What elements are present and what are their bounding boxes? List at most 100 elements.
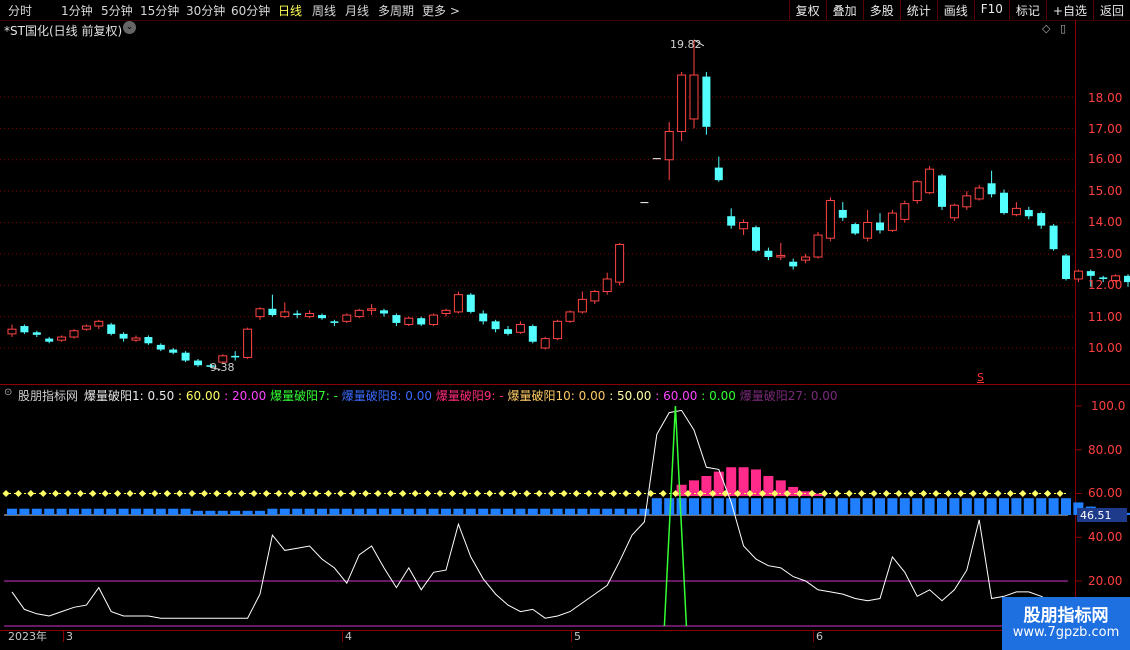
yellow-diamond <box>287 489 295 498</box>
ind-tick-80: 80.00 <box>1088 443 1123 457</box>
legend-item-10: : 0.00 <box>701 389 736 403</box>
blue-bar <box>999 498 1009 515</box>
candle-body <box>280 311 290 318</box>
panel-toggle-icon[interactable]: ▯ <box>1060 22 1066 35</box>
candle-body <box>1073 270 1083 280</box>
blue-bar <box>391 508 402 515</box>
diamond-icon[interactable]: ◇ <box>1042 22 1050 35</box>
candle-body <box>764 250 773 258</box>
candle-body <box>441 309 451 314</box>
candle-body <box>7 328 17 335</box>
yellow-diamond <box>374 489 382 498</box>
candle-body <box>119 333 128 339</box>
blue-bar <box>143 508 154 515</box>
candle-body <box>652 158 661 160</box>
candle-body <box>32 332 41 335</box>
ind-tick-60: 60.00 <box>1088 486 1123 500</box>
price-tick-13: 13.00 <box>1088 247 1123 261</box>
blue-bar <box>81 508 92 515</box>
blue-bar <box>441 508 451 515</box>
blue-bar <box>93 508 104 515</box>
candle-body <box>453 294 463 313</box>
candle-body <box>577 298 587 313</box>
candle-body <box>243 328 253 358</box>
pink-bar <box>788 486 799 496</box>
yellow-diamond <box>126 489 134 498</box>
yellow-diamond <box>151 489 159 498</box>
blue-bar <box>490 508 501 515</box>
yellow-diamond <box>944 489 952 498</box>
candle-body <box>1011 207 1021 216</box>
candle-body <box>293 313 302 316</box>
blue-bar <box>937 498 947 515</box>
blue-bar <box>416 508 427 515</box>
yellow-diamond <box>101 489 109 498</box>
chevron-down-icon[interactable]: ⌄ <box>123 21 136 34</box>
low-price-label: 9.38 <box>210 361 235 374</box>
yellow-diamond <box>510 489 518 498</box>
candle-body <box>144 337 153 344</box>
candle-body <box>789 261 798 267</box>
candle-body <box>714 167 723 181</box>
candle-body <box>231 355 240 358</box>
blue-bar <box>899 498 910 515</box>
candle-body <box>938 175 946 207</box>
blue-bar <box>651 498 662 515</box>
yellow-diamond <box>52 489 60 498</box>
blue-bar <box>689 498 699 515</box>
yellow-diamond <box>560 489 568 498</box>
candle-body <box>181 352 190 361</box>
candle-body <box>1037 213 1046 226</box>
yellow-diamond <box>200 489 208 498</box>
yellow-diamond <box>461 489 469 498</box>
candle-body <box>342 314 352 322</box>
candle-body <box>1086 271 1095 276</box>
yellow-diamond <box>920 489 928 498</box>
candle-body <box>268 308 277 316</box>
candle-body <box>727 216 736 226</box>
yellow-diamond <box>114 489 122 498</box>
indicator-chevron-icon[interactable]: ⊙ <box>4 387 12 398</box>
blue-bar <box>168 508 179 515</box>
candle-body <box>20 326 29 333</box>
blue-bar <box>565 508 575 515</box>
yellow-diamond <box>250 489 258 498</box>
yellow-diamond <box>2 489 10 498</box>
yellow-diamond <box>138 489 146 498</box>
blue-bar <box>379 508 389 515</box>
candle-body <box>429 314 439 325</box>
blue-bar <box>1048 498 1059 515</box>
yellow-diamond <box>89 489 97 498</box>
yellow-diamond <box>610 489 618 498</box>
blue-bar <box>701 498 712 515</box>
candlestick-series <box>7 39 1130 370</box>
candle-body <box>1062 255 1070 279</box>
yellow-diamond <box>1006 489 1014 498</box>
candle-body <box>367 308 377 311</box>
blue-bar <box>354 508 365 515</box>
blue-bar <box>527 508 538 515</box>
yellow-diamond <box>659 489 667 498</box>
yellow-diamond <box>486 489 494 498</box>
candle-body <box>479 313 488 322</box>
blue-bar <box>19 508 30 515</box>
candle-body <box>354 309 364 318</box>
indicator-gridlines <box>4 405 1082 627</box>
yellow-diamond <box>163 489 171 498</box>
candle-body <box>863 222 873 239</box>
candle-body <box>974 187 984 200</box>
candle-body <box>813 234 823 258</box>
pink-bar <box>751 469 761 496</box>
yellow-diamond <box>535 489 543 498</box>
watermark-title: 股朋指标网 <box>1023 606 1109 626</box>
candle-body <box>925 168 935 194</box>
blue-bar <box>986 498 997 515</box>
candle-body <box>602 278 612 293</box>
candle-body <box>1024 209 1033 217</box>
blue-bar <box>155 508 166 515</box>
blue-bar <box>775 498 786 515</box>
candle-body <box>94 320 104 327</box>
blue-bar <box>44 508 55 515</box>
blue-bar <box>267 508 278 515</box>
blue-bar <box>949 498 960 515</box>
